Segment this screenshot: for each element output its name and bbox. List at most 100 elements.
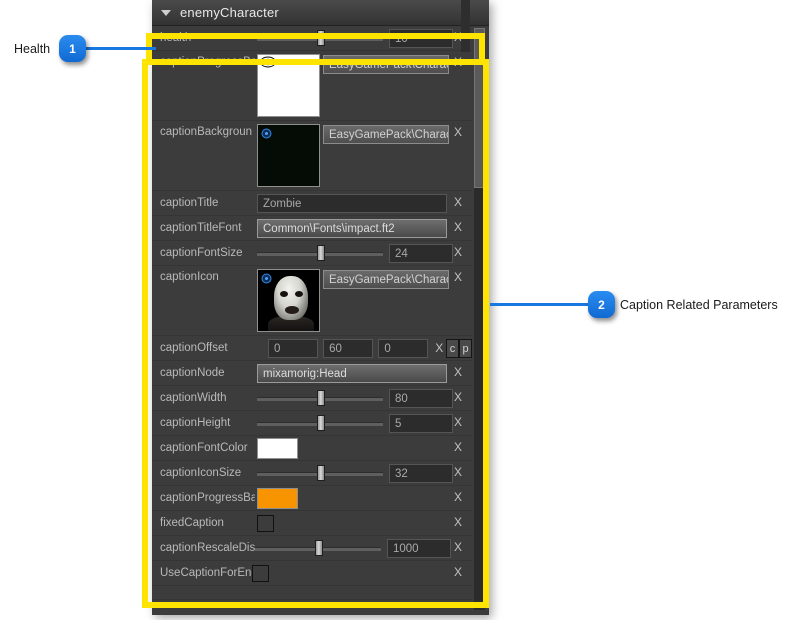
UseCaptionForEnemy-checkbox[interactable] [252,564,269,582]
property-row-captionTitleFont[interactable]: captionTitleFont Common\Fonts\impact.ft2… [152,216,472,241]
property-label: fixedCaption [160,517,224,529]
property-row-captionProgressBarColor[interactable]: captionProgressBa X [152,486,472,511]
captionOffset-z-input[interactable]: 0 [378,338,429,358]
slider-knob[interactable] [317,415,326,431]
remove-button[interactable]: X [452,490,464,504]
captionBackground-thumbnail[interactable] [257,124,320,187]
captionTitleFont-input[interactable]: Common\Fonts\impact.ft2 [257,218,447,238]
health-slider[interactable] [257,28,383,48]
captionFontSize-value-input[interactable]: 24 [389,243,453,263]
captionIconSize-value-input[interactable]: 32 [389,463,453,483]
slider-knob[interactable] [317,30,326,46]
annotation-2-badge: 2 [588,291,615,318]
slider-knob[interactable] [315,540,324,556]
property-row-captionWidth[interactable]: captionWidth 80 X [152,386,472,411]
property-row-health[interactable]: health 10 X [152,26,472,51]
captionIconSize-slider[interactable] [257,463,383,483]
property-label: captionTitle [160,197,219,209]
captionProgressBar-path-input[interactable]: EasyGamePack\Charact [323,55,449,74]
captionOffset-y-input[interactable]: 60 [323,338,374,358]
remove-button[interactable]: X [452,365,464,379]
remove-button[interactable]: X [452,195,464,209]
eye-icon[interactable] [261,128,272,139]
fixedCaption-checkbox[interactable] [257,514,274,532]
captionFontColor-swatch[interactable] [257,437,298,459]
property-rows-container: health 10 X captionProgressBa EasyGamePa… [152,26,472,600]
property-label: captionBackgroun [160,126,253,138]
property-row-UseCaptionForEnemy[interactable]: UseCaptionForEne X [152,561,472,586]
captionWidth-value-input[interactable]: 80 [389,388,453,408]
captionIcon-thumbnail[interactable] [257,269,320,332]
property-panel: enemyCharacter health 10 X captionProgre… [152,0,489,615]
panel-title: enemyCharacter [180,5,279,20]
eye-icon[interactable] [261,273,272,284]
captionNode-input[interactable]: mixamorig:Head [257,363,447,383]
property-label: captionIcon [160,271,219,283]
remove-button[interactable]: X [452,565,464,579]
captionProgressBarColor-swatch[interactable] [257,487,298,509]
property-label: captionFontColor [160,442,248,454]
captionRescaleDistance-slider[interactable] [255,538,381,558]
remove-button[interactable]: X [432,341,446,355]
health-value-input[interactable]: 10 [389,28,453,48]
annotation-1-leader-line [84,47,156,50]
captionTitle-input[interactable]: Zombie [257,193,447,213]
eye-icon[interactable] [260,56,276,68]
property-row-captionFontColor[interactable]: captionFontColor X [152,436,472,461]
annotation-1-label: Health [14,42,51,56]
property-label: captionIconSize [160,467,242,479]
slider-knob[interactable] [317,390,326,406]
property-row-fixedCaption[interactable]: fixedCaption X [152,511,472,536]
panel-scrollbar-thumb[interactable] [474,28,485,188]
property-row-captionTitle[interactable]: captionTitle Zombie X [152,191,472,216]
property-row-captionRescaleDistance[interactable]: captionRescaleDis 1000 X [152,536,472,561]
slider-knob[interactable] [317,245,326,261]
captionRescaleDistance-value-input[interactable]: 1000 [387,538,451,558]
property-label: captionNode [160,367,225,379]
property-row-partial[interactable] [152,586,472,600]
property-row-captionFontSize[interactable]: captionFontSize 24 X [152,241,472,266]
property-row-captionOffset[interactable]: captionOffset 0 60 0 X c p [152,336,472,361]
remove-button[interactable]: X [452,245,464,259]
panel-scrollbar-track[interactable] [474,28,485,610]
remove-button[interactable]: X [452,125,464,139]
captionWidth-slider[interactable] [257,388,383,408]
remove-button[interactable]: X [452,390,464,404]
remove-button[interactable]: X [452,465,464,479]
remove-button[interactable]: X [452,440,464,454]
paste-button[interactable]: p [459,338,472,358]
captionBackground-path-input[interactable]: EasyGamePack\Charact [323,125,449,144]
property-label: UseCaptionForEne [160,567,252,579]
remove-button[interactable]: X [452,540,464,554]
remove-button[interactable]: X [452,515,464,529]
slider-knob[interactable] [317,465,326,481]
property-label: captionProgressBa [160,492,255,504]
annotation-1-badge: 1 [59,35,86,62]
captionProgressBar-thumbnail[interactable] [257,54,320,117]
property-label: health [160,32,192,44]
captionHeight-slider[interactable] [257,413,383,433]
property-label: captionHeight [160,417,231,429]
captionOffset-x-input[interactable]: 0 [268,338,319,358]
captionHeight-value-input[interactable]: 5 [389,413,453,433]
property-label: captionProgressBa [160,56,255,68]
property-label: captionFontSize [160,247,243,259]
property-row-captionNode[interactable]: captionNode mixamorig:Head X [152,361,472,386]
remove-button[interactable]: X [452,55,464,69]
property-row-captionIcon[interactable]: captionIcon EasyGamePack\Charact X [152,266,472,336]
inner-scrollbar-track[interactable] [461,0,470,52]
captionFontSize-slider[interactable] [257,243,383,263]
remove-button[interactable]: X [452,415,464,429]
captionIcon-path-input[interactable]: EasyGamePack\Charact [323,270,449,289]
property-row-captionIconSize[interactable]: captionIconSize 32 X [152,461,472,486]
panel-titlebar[interactable]: enemyCharacter [152,0,489,26]
property-row-captionBackground[interactable]: captionBackgroun EasyGamePack\Charact X [152,121,472,191]
copy-button[interactable]: c [446,338,459,358]
remove-button[interactable]: X [452,220,464,234]
triangle-down-icon[interactable] [161,9,171,16]
property-row-captionProgressBar[interactable]: captionProgressBa EasyGamePack\Charact X [152,51,472,121]
property-label: captionOffset [160,342,228,354]
property-row-captionHeight[interactable]: captionHeight 5 X [152,411,472,436]
annotation-2-leader-line [490,303,588,306]
remove-button[interactable]: X [452,270,464,284]
